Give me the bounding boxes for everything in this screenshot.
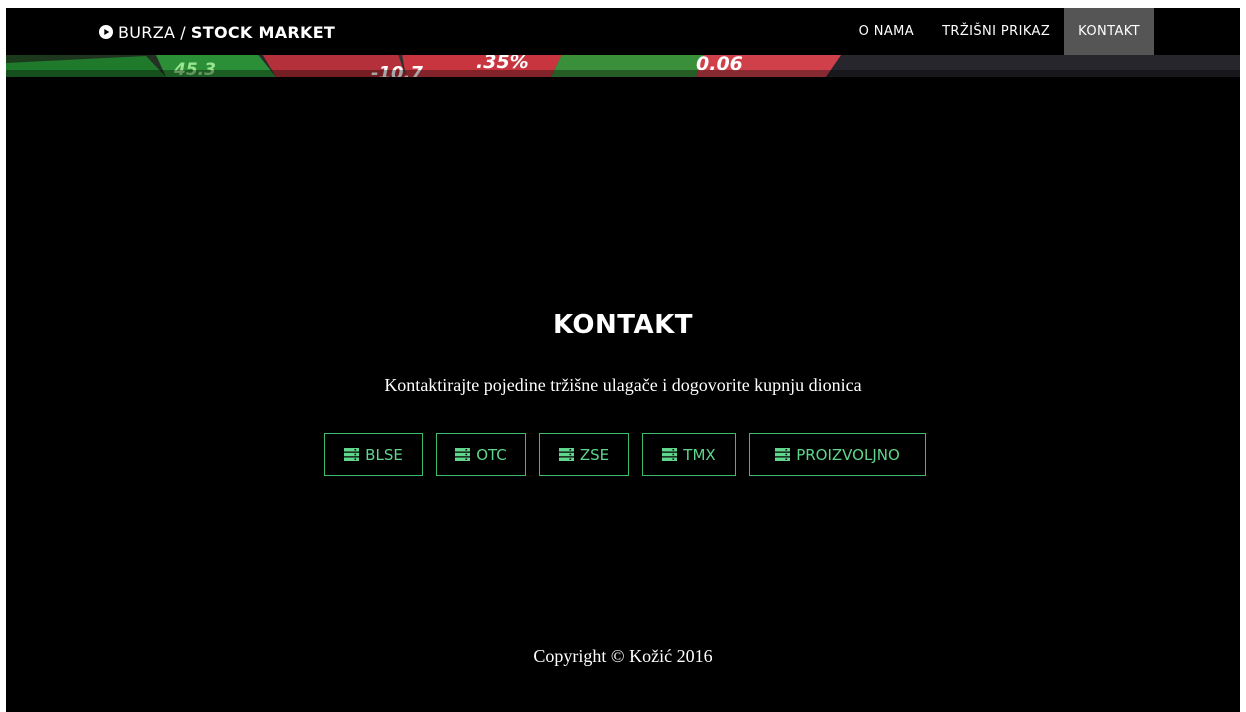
tmx-button-label: TMX bbox=[683, 445, 716, 464]
zse-button-label: ZSE bbox=[579, 445, 610, 464]
footer-copyright: Copyright © Kožić 2016 bbox=[533, 646, 713, 666]
nav-item-trzisni-prikaz[interactable]: TRŽIŠNI PRIKAZ bbox=[928, 8, 1064, 55]
blse-button-label: BLSE bbox=[365, 445, 403, 464]
page-frame: 45.3 -10.7 .35% 0.06 BURZA / STOCK MARKE… bbox=[6, 8, 1240, 712]
nav-item-o-nama[interactable]: O NAMA bbox=[845, 8, 929, 55]
server-icon bbox=[775, 448, 791, 461]
top-navbar: BURZA / STOCK MARKET O NAMA TRŽIŠNI PRIK… bbox=[6, 8, 1240, 55]
proizvoljno-button[interactable]: PROIZVOLJNO bbox=[749, 433, 926, 476]
contact-subtitle: Kontaktirajte pojedine tržišne ulagače i… bbox=[384, 375, 862, 395]
server-icon bbox=[344, 448, 360, 461]
otc-button[interactable]: OTC bbox=[436, 433, 526, 476]
nav-item-kontakt[interactable]: KONTAKT bbox=[1064, 8, 1154, 55]
brand-text-bold: STOCK MARKET bbox=[190, 22, 336, 42]
brand-text-light: BURZA bbox=[118, 22, 176, 42]
nav-menu: O NAMA TRŽIŠNI PRIKAZ KONTAKT bbox=[845, 8, 1154, 55]
zse-button[interactable]: ZSE bbox=[539, 433, 629, 476]
proizvoljno-button-label: PROIZVOLJNO bbox=[796, 445, 900, 464]
contact-section: KONTAKT Kontaktirajte pojedine tržišne u… bbox=[6, 77, 1240, 712]
blse-button[interactable]: BLSE bbox=[324, 433, 423, 476]
tmx-button[interactable]: TMX bbox=[642, 433, 736, 476]
brand-separator: / bbox=[180, 22, 186, 42]
play-circle-icon bbox=[99, 25, 113, 39]
server-icon bbox=[455, 448, 471, 461]
brand-link[interactable]: BURZA / STOCK MARKET bbox=[99, 21, 335, 43]
otc-button-label: OTC bbox=[476, 445, 507, 464]
server-icon bbox=[558, 448, 574, 461]
contact-heading: KONTAKT bbox=[552, 310, 694, 340]
server-icon bbox=[662, 448, 678, 461]
market-buttons: BLSE OTC ZSE TMX PROIZVOLJNO bbox=[324, 433, 926, 476]
